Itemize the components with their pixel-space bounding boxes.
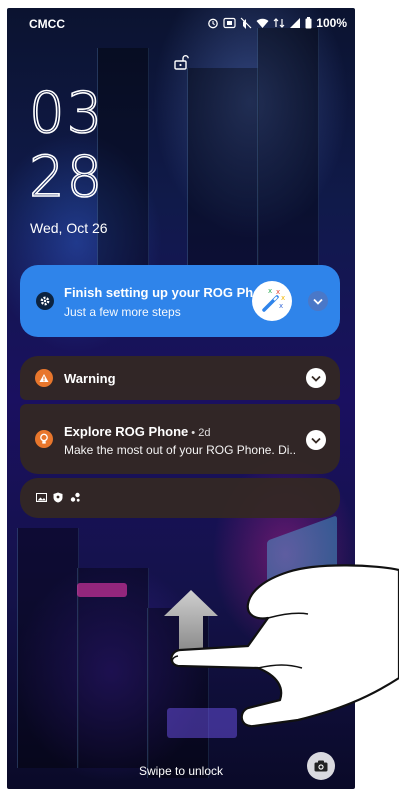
- camera-shortcut-button[interactable]: [307, 752, 335, 780]
- battery-percent: 100%: [316, 16, 347, 30]
- expand-notification-button[interactable]: [308, 291, 328, 311]
- wallpaper-building: [187, 68, 259, 268]
- collapsed-notifications-row[interactable]: [20, 478, 340, 518]
- expand-notification-button[interactable]: [306, 430, 326, 450]
- camera-icon: [314, 760, 328, 772]
- chevron-down-icon: [311, 437, 321, 444]
- svg-text:x: x: [279, 302, 283, 310]
- gear-icon: [36, 292, 54, 310]
- status-icons: 100%: [207, 16, 347, 30]
- carrier-label: CMCC: [29, 17, 65, 31]
- status-bar: CMCC 100%: [7, 8, 355, 36]
- mute-icon: [240, 17, 252, 29]
- hand-gesture-icon: [170, 564, 399, 728]
- apps-icon: [70, 492, 80, 502]
- notification-title: Finish setting up your ROG Pho..: [64, 285, 269, 300]
- wallpaper-neon-sign: [77, 583, 127, 597]
- swipe-to-unlock-hint[interactable]: Swipe to unlock: [7, 764, 355, 778]
- chevron-down-icon: [313, 298, 323, 305]
- notification-title: Warning: [64, 371, 116, 386]
- chevron-down-icon: [311, 375, 321, 382]
- notification-setup[interactable]: Finish setting up your ROG Pho.. Just a …: [20, 265, 340, 337]
- magic-wand-icon: x x x x: [252, 281, 292, 321]
- wallpaper-building: [257, 28, 319, 288]
- notification-title: Explore ROG Phone • 2d: [64, 424, 210, 439]
- signal-icon: [290, 18, 301, 28]
- svg-text:x: x: [281, 294, 285, 302]
- notification-warning[interactable]: Warning: [20, 356, 340, 400]
- wifi-icon: [256, 18, 269, 28]
- clock-minute: 28: [28, 145, 105, 211]
- nfc-icon: [223, 17, 236, 29]
- data-icon: [273, 18, 285, 28]
- svg-text:x: x: [276, 288, 280, 296]
- lightbulb-icon: [35, 430, 53, 448]
- notification-title-text: Explore ROG Phone: [64, 424, 189, 439]
- notification-text: Make the most out of your ROG Phone. Di.…: [64, 443, 297, 457]
- notification-text: Just a few more steps: [64, 305, 181, 319]
- warning-icon: [35, 369, 53, 387]
- clock-hour: 03: [28, 81, 105, 147]
- notification-time: • 2d: [188, 427, 211, 439]
- notification-explore[interactable]: Explore ROG Phone • 2d Make the most out…: [20, 404, 340, 474]
- image-icon: [36, 493, 47, 502]
- svg-text:x: x: [268, 287, 272, 295]
- wallpaper-building: [77, 568, 149, 768]
- expand-notification-button[interactable]: [306, 368, 326, 388]
- lock-clock: 03 28: [28, 81, 105, 211]
- lock-date: Wed, Oct 26: [30, 220, 108, 236]
- shield-icon: [53, 492, 63, 503]
- wallpaper-building: [17, 528, 79, 768]
- battery-icon: [305, 17, 312, 29]
- unlocked-padlock-icon: [174, 55, 189, 70]
- alarm-icon: [208, 18, 219, 29]
